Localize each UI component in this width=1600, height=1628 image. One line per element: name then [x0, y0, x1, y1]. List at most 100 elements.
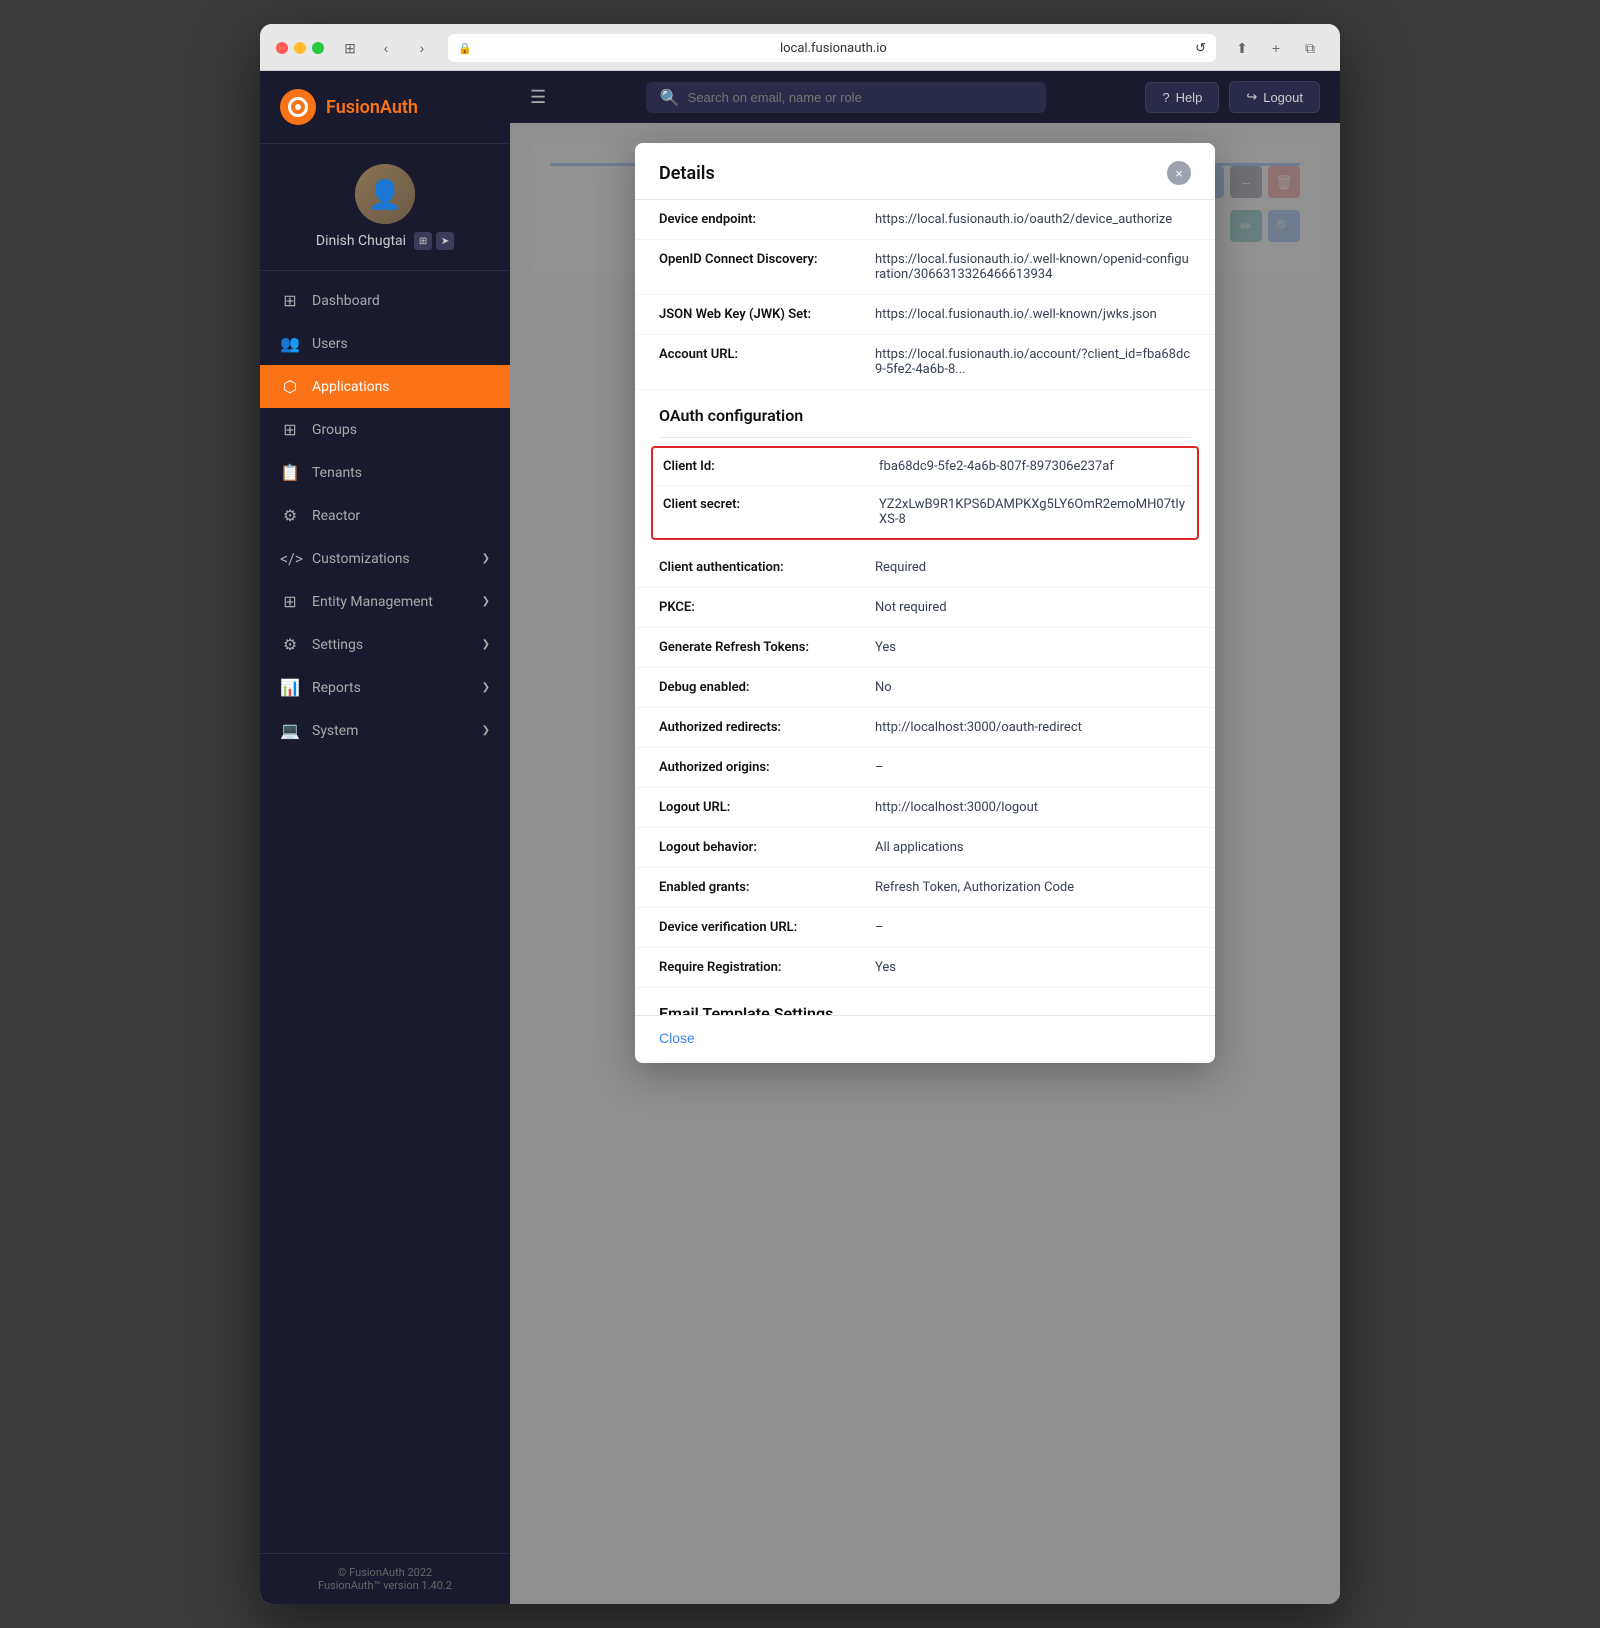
- sidebar-item-reports[interactable]: 📊 Reports: [260, 666, 510, 709]
- main-content: ☰ 🔍 ? Help ↪ Logout: [510, 71, 1340, 1604]
- sidebar-item-system[interactable]: 💻 System: [260, 709, 510, 752]
- detail-label-require-registration: Require Registration:: [659, 960, 859, 975]
- logo-icon: [280, 89, 316, 125]
- detail-label-pkce: PKCE:: [659, 600, 859, 615]
- sidebar-item-customizations[interactable]: </> Customizations: [260, 537, 510, 580]
- detail-value-account-url: https://local.fusionauth.io/account/?cli…: [875, 347, 1191, 377]
- avatar-image: 👤: [355, 164, 415, 224]
- detail-value-client-auth: Required: [875, 560, 926, 575]
- sidebar-item-reactor[interactable]: ⚙ Reactor: [260, 494, 510, 537]
- logo-text: FusionAuth: [326, 97, 418, 118]
- top-bar: ☰ 🔍 ? Help ↪ Logout: [510, 71, 1340, 123]
- logout-label: Logout: [1263, 90, 1303, 105]
- new-tab-button[interactable]: +: [1262, 34, 1290, 62]
- detail-row-logout-url: Logout URL: http://localhost:3000/logout: [635, 788, 1215, 828]
- reload-icon[interactable]: ↺: [1195, 41, 1206, 56]
- sidebar-item-label-settings: Settings: [312, 637, 363, 653]
- browser-chrome: ⊞ ‹ › 🔒 local.fusionauth.io ↺ ⬆ + ⧉: [260, 24, 1340, 71]
- applications-icon: ⬡: [280, 377, 300, 396]
- detail-value-logout-behavior: All applications: [875, 840, 964, 855]
- sidebar-item-groups[interactable]: ⊞ Groups: [260, 408, 510, 451]
- modal-close-button[interactable]: ×: [1167, 161, 1191, 185]
- detail-row-refresh-tokens: Generate Refresh Tokens: Yes: [635, 628, 1215, 668]
- detail-label-debug: Debug enabled:: [659, 680, 859, 695]
- avatar: 👤: [355, 164, 415, 224]
- detail-value-debug: No: [875, 680, 892, 695]
- modal-header: Details ×: [635, 143, 1215, 200]
- forward-button[interactable]: ›: [408, 34, 436, 62]
- users-icon: 👥: [280, 334, 300, 353]
- sidebar-item-tenants[interactable]: 📋 Tenants: [260, 451, 510, 494]
- tab-switcher-button[interactable]: ⊞: [336, 34, 364, 62]
- detail-label-client-id: Client Id:: [663, 459, 863, 474]
- details-modal: Details × Device endpoint: https://local…: [635, 143, 1215, 1063]
- modal-close-link[interactable]: Close: [659, 1030, 695, 1046]
- detail-label-logout-behavior: Logout behavior:: [659, 840, 859, 855]
- user-name-row: Dinish Chugtai ⊞ ➤: [316, 232, 454, 250]
- detail-label-device-endpoint: Device endpoint:: [659, 212, 859, 227]
- browser-action-buttons: ⬆ + ⧉: [1228, 34, 1324, 62]
- nav-menu: ⊞ Dashboard 👥 Users ⬡ Applications ⊞ Gro…: [260, 271, 510, 1553]
- highlighted-credentials-group: Client Id: fba68dc9-5fe2-4a6b-807f-89730…: [651, 446, 1199, 540]
- detail-value-authorized-origins: –: [875, 760, 884, 775]
- search-bar[interactable]: 🔍: [646, 82, 1046, 113]
- entity-management-icon: ⊞: [280, 592, 300, 611]
- help-icon: ?: [1162, 90, 1169, 105]
- sidebar-item-label-groups: Groups: [312, 422, 357, 438]
- sidebar-item-settings[interactable]: ⚙ Settings: [260, 623, 510, 666]
- address-bar[interactable]: 🔒 local.fusionauth.io ↺: [448, 34, 1216, 62]
- maximize-traffic-light[interactable]: [312, 42, 324, 54]
- app-layout: FusionAuth 👤 Dinish Chugtai ⊞ ➤ ⊞ Dash: [260, 71, 1340, 1604]
- menu-toggle-icon[interactable]: ☰: [530, 87, 546, 108]
- user-name-text: Dinish Chugtai: [316, 233, 406, 249]
- detail-row-enabled-grants: Enabled grants: Refresh Token, Authoriza…: [635, 868, 1215, 908]
- logout-button[interactable]: ↪ Logout: [1229, 81, 1320, 113]
- sidebar-item-applications[interactable]: ⬡ Applications: [260, 365, 510, 408]
- back-button[interactable]: ‹: [372, 34, 400, 62]
- detail-label-authorized-origins: Authorized origins:: [659, 760, 859, 775]
- user-action-icons: ⊞ ➤: [414, 232, 454, 250]
- detail-value-authorized-redirects: http://localhost:3000/oauth-redirect: [875, 720, 1082, 735]
- detail-value-logout-url: http://localhost:3000/logout: [875, 800, 1038, 815]
- detail-label-account-url: Account URL:: [659, 347, 859, 362]
- user-profile: 👤 Dinish Chugtai ⊞ ➤: [260, 144, 510, 271]
- sidebar-item-label-reports: Reports: [312, 680, 361, 696]
- detail-value-require-registration: Yes: [875, 960, 896, 975]
- modal-body: Device endpoint: https://local.fusionaut…: [635, 200, 1215, 1063]
- detail-row-authorized-redirects: Authorized redirects: http://localhost:3…: [635, 708, 1215, 748]
- detail-label-client-secret: Client secret:: [663, 497, 863, 512]
- page-content: + ⧉ 👤 🔍 – 🗑 ✏ 🔍: [510, 123, 1340, 1604]
- detail-row-client-auth: Client authentication: Required: [635, 548, 1215, 588]
- share-button[interactable]: ⬆: [1228, 34, 1256, 62]
- reactor-icon: ⚙: [280, 506, 300, 525]
- sidebar-item-label-customizations: Customizations: [312, 551, 410, 567]
- system-icon: 💻: [280, 721, 300, 740]
- sidebar-item-entity-management[interactable]: ⊞ Entity Management: [260, 580, 510, 623]
- detail-label-enabled-grants: Enabled grants:: [659, 880, 859, 895]
- detail-label-authorized-redirects: Authorized redirects:: [659, 720, 859, 735]
- user-nav-icon[interactable]: ➤: [436, 232, 454, 250]
- close-traffic-light[interactable]: [276, 42, 288, 54]
- detail-row-client-secret: Client secret: YZ2xLwB9R1KPS6DAMPKXg5LY6…: [653, 486, 1197, 538]
- detail-value-openid: https://local.fusionauth.io/.well-known/…: [875, 252, 1191, 282]
- sidebar-item-dashboard[interactable]: ⊞ Dashboard: [260, 279, 510, 322]
- sidebar-item-users[interactable]: 👥 Users: [260, 322, 510, 365]
- detail-row-device-endpoint: Device endpoint: https://local.fusionaut…: [635, 200, 1215, 240]
- help-label: Help: [1176, 90, 1203, 105]
- dashboard-icon: ⊞: [280, 291, 300, 310]
- minimize-traffic-light[interactable]: [294, 42, 306, 54]
- detail-label-device-verification-url: Device verification URL:: [659, 920, 859, 935]
- help-button[interactable]: ? Help: [1145, 82, 1219, 113]
- version-text: FusionAuth™ version 1.40.2: [280, 1579, 490, 1592]
- tabs-overview-button[interactable]: ⧉: [1296, 34, 1324, 62]
- search-input[interactable]: [688, 90, 1032, 105]
- detail-row-debug: Debug enabled: No: [635, 668, 1215, 708]
- detail-value-client-id: fba68dc9-5fe2-4a6b-807f-897306e237af: [879, 459, 1114, 474]
- sidebar-item-label-entity-management: Entity Management: [312, 594, 433, 610]
- traffic-lights: [276, 42, 324, 54]
- modal-title: Details: [659, 163, 715, 184]
- detail-row-device-verification-url: Device verification URL: –: [635, 908, 1215, 948]
- detail-row-pkce: PKCE: Not required: [635, 588, 1215, 628]
- user-edit-icon[interactable]: ⊞: [414, 232, 432, 250]
- sidebar-item-label-dashboard: Dashboard: [312, 293, 380, 309]
